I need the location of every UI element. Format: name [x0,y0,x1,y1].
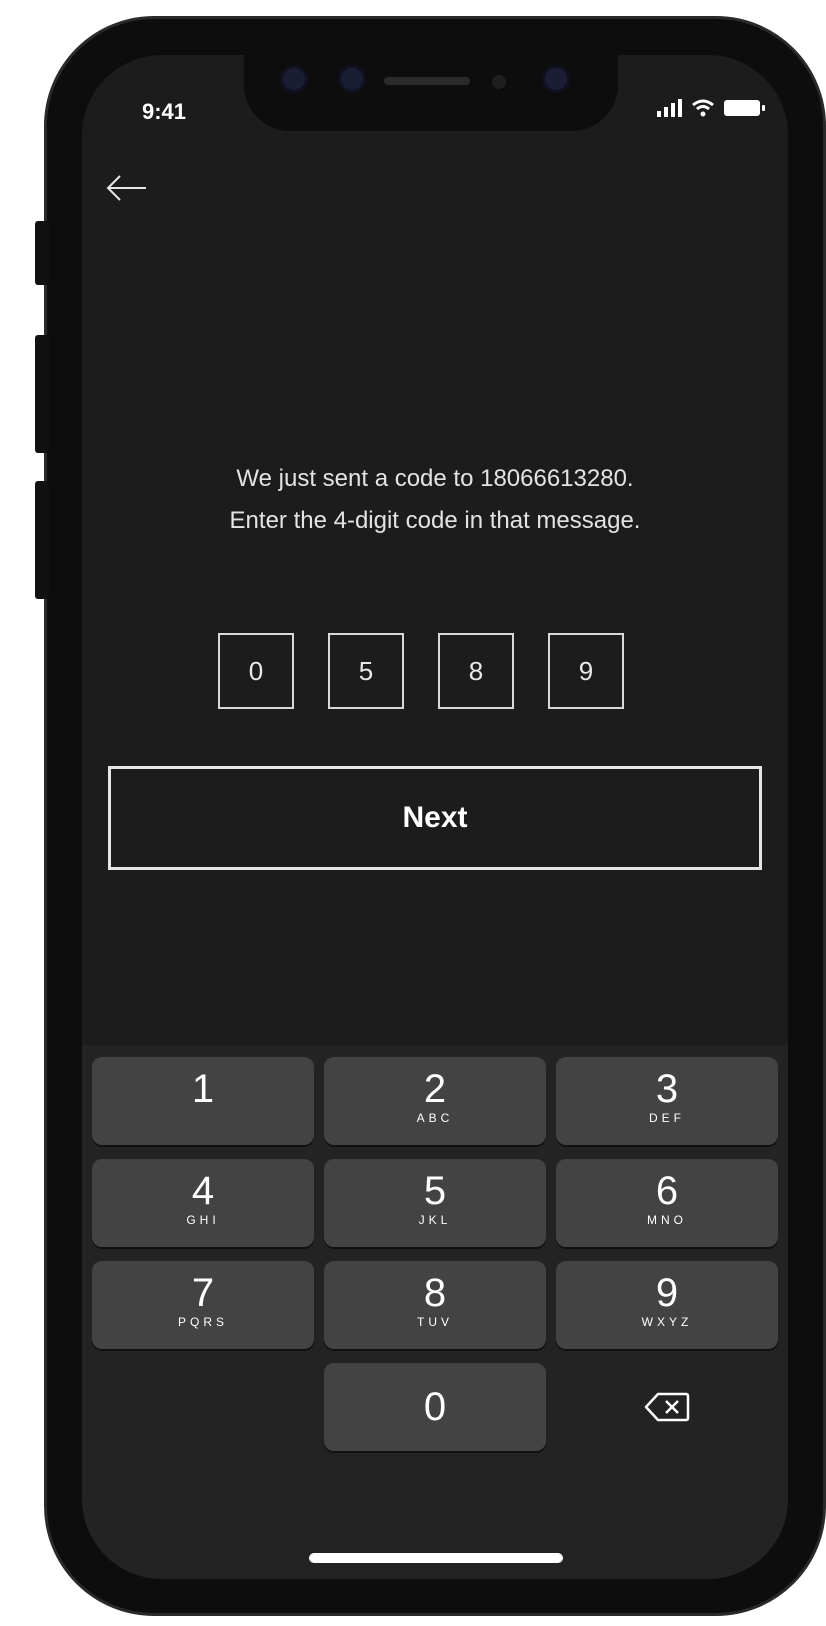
status-time: 9:41 [142,99,187,124]
key-9[interactable]: 9 WXYZ [556,1261,778,1349]
speaker-grille [384,77,470,85]
wifi-icon [692,99,714,117]
sensor-dot [338,65,366,93]
key-3[interactable]: 3 DEF [556,1057,778,1145]
key-letters: GHI [186,1213,220,1227]
key-number: 6 [655,1169,679,1213]
instruction-line-1: We just sent a code to 18066613280. [236,465,634,492]
key-4[interactable]: 4 GHI [92,1159,314,1247]
key-letters: MNO [647,1213,687,1227]
key-letters: TUV [417,1315,453,1329]
notch [244,55,618,131]
mute-switch [35,221,49,285]
next-button[interactable]: Next [108,766,762,870]
phone-frame: 9:41 We just sent a code to 18066613280.… [35,16,826,1616]
arrow-left-icon[interactable] [104,171,152,211]
status-icons [657,99,765,117]
key-number: 8 [423,1271,447,1315]
key-2[interactable]: 2 ABC [324,1057,546,1145]
key-5[interactable]: 5 JKL [324,1159,546,1247]
key-number: 9 [655,1271,679,1315]
key-number: 3 [655,1067,679,1111]
key-0[interactable]: 0 [324,1363,546,1451]
code-digit-2[interactable]: 5 [328,633,404,709]
code-digit-3[interactable]: 8 [438,633,514,709]
key-letters: PQRS [177,1315,228,1329]
volume-up-button [35,335,49,453]
key-number: 2 [423,1067,447,1111]
screen: 9:41 We just sent a code to 18066613280.… [82,55,788,1579]
battery-icon [724,100,765,116]
key-6[interactable]: 6 MNO [556,1159,778,1247]
key-7[interactable]: 7 PQRS [92,1261,314,1349]
home-indicator[interactable] [309,1553,563,1563]
sensor-dot [280,65,308,93]
key-letters: JKL [418,1213,452,1227]
code-input-group: 0 5 8 9 [218,633,624,709]
key-letters: DEF [649,1111,685,1125]
key-8[interactable]: 8 TUV [324,1261,546,1349]
key-number: 5 [423,1169,447,1213]
proximity-sensor [492,75,506,89]
signal-icon [657,99,682,117]
front-camera [542,65,570,93]
key-number: 7 [191,1271,215,1315]
code-digit-4[interactable]: 9 [548,633,624,709]
volume-down-button [35,481,49,599]
backspace-icon[interactable] [556,1363,778,1451]
key-letters: ABC [416,1111,454,1125]
numeric-keypad: 1 2 ABC 3 DEF 4 GHI 5 JKL 6 MNO 7 PQRS 8… [82,1045,788,1579]
instruction-line-2: Enter the 4-digit code in that message. [229,507,641,534]
key-number: 1 [191,1067,215,1111]
key-1[interactable]: 1 [92,1057,314,1145]
key-number: 0 [423,1385,447,1429]
key-letters: WXYZ [641,1315,693,1329]
code-digit-1[interactable]: 0 [218,633,294,709]
key-number: 4 [191,1169,215,1213]
